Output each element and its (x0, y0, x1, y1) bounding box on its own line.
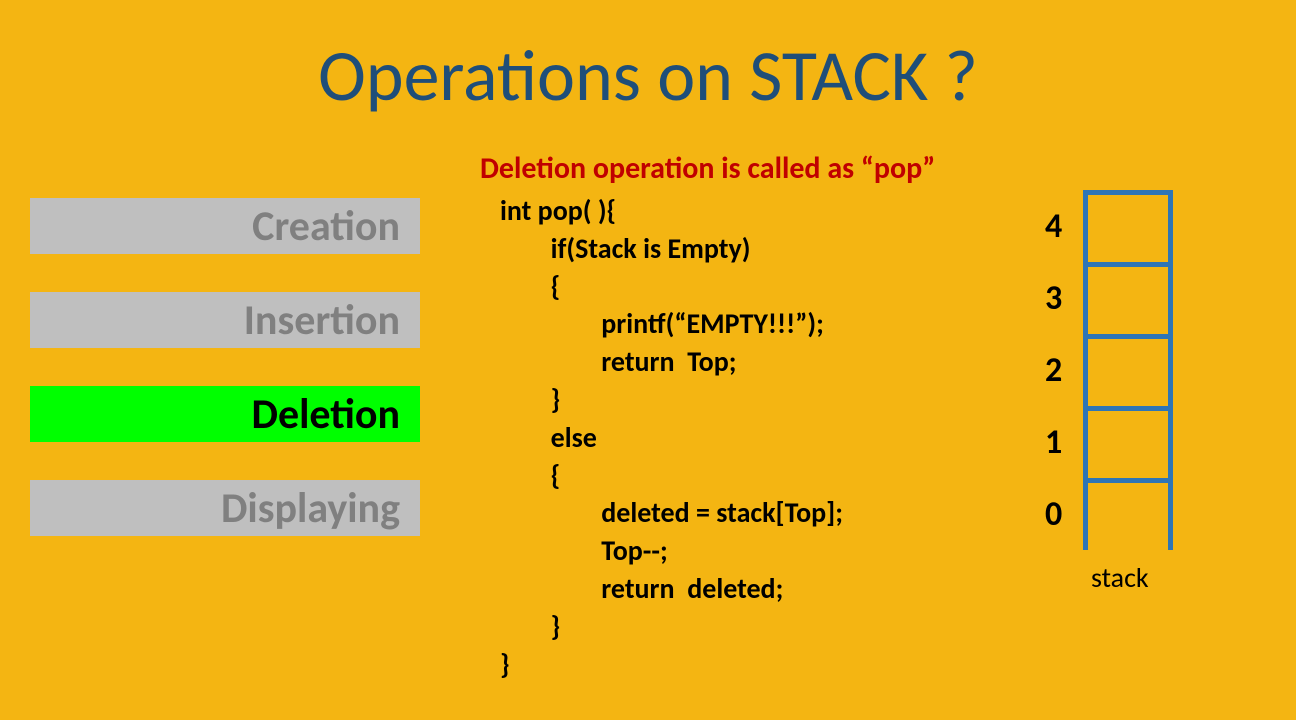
section-subtitle: Deletion operation is called as “pop” (480, 150, 935, 187)
stack-cell (1083, 406, 1173, 478)
slide-title: Operations on STACK ? (0, 32, 1296, 120)
code-block: int pop( ){ if(Stack is Empty) { printf(… (500, 192, 843, 683)
stack-label: stack (1091, 560, 1149, 595)
stack-row: 0 (1045, 478, 1173, 550)
stack-row: 2 (1045, 334, 1173, 406)
stack-index: 1 (1045, 422, 1083, 463)
op-displaying: Displaying (30, 480, 420, 536)
stack-index: 2 (1045, 350, 1083, 391)
stack-cell (1083, 478, 1173, 550)
op-creation: Creation (30, 198, 420, 254)
stack-cell (1083, 190, 1173, 262)
stack-row: 1 (1045, 406, 1173, 478)
operations-list: Creation Insertion Deletion Displaying (30, 198, 420, 574)
op-insertion: Insertion (30, 292, 420, 348)
stack-row: 3 (1045, 262, 1173, 334)
stack-cell (1083, 334, 1173, 406)
stack-index: 3 (1045, 278, 1083, 319)
stack-diagram: 4 3 2 1 0 stack (1045, 190, 1173, 550)
stack-cell (1083, 262, 1173, 334)
op-deletion: Deletion (30, 386, 420, 442)
stack-index: 0 (1045, 494, 1083, 535)
stack-row: 4 (1045, 190, 1173, 262)
stack-index: 4 (1045, 206, 1083, 247)
